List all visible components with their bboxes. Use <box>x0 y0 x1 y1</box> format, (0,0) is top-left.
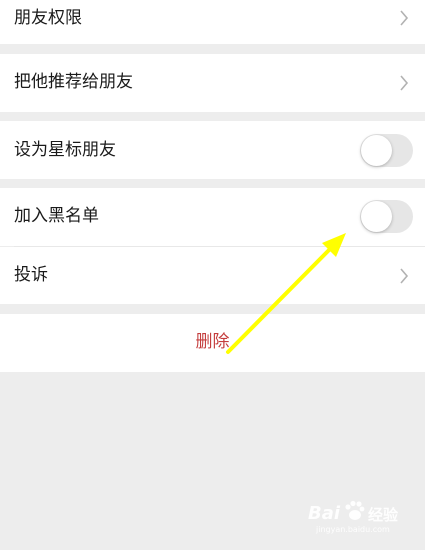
row-add-to-blacklist: 加入黑名单 <box>0 188 425 246</box>
chevron-right-icon <box>400 268 409 284</box>
row-label: 朋友权限 <box>14 8 82 28</box>
delete-label: 删除 <box>195 332 230 352</box>
baidu-watermark-logo: Bai 经验 jingyan.baidu.com <box>308 497 418 537</box>
row-label: 把他推荐给朋友 <box>14 72 133 92</box>
delete-button[interactable]: 删除 <box>0 314 425 372</box>
row-friend-permissions[interactable]: 朋友权限 <box>0 0 425 44</box>
row-label: 设为星标朋友 <box>14 140 116 160</box>
row-star-friend: 设为星标朋友 <box>0 121 425 179</box>
paw-icon <box>345 500 365 520</box>
star-friend-toggle[interactable] <box>360 134 413 167</box>
contact-settings-screen: 朋友权限 把他推荐给朋友 设为星标朋友 加入黑名单 投诉 删除 Bai 经验 j… <box>0 0 425 550</box>
watermark-url: jingyan.baidu.com <box>316 525 390 534</box>
toggle-knob <box>361 135 392 166</box>
row-report[interactable]: 投诉 <box>0 247 425 304</box>
blacklist-toggle[interactable] <box>360 200 413 233</box>
watermark-latin: Bai <box>308 503 341 524</box>
toggle-knob <box>361 201 392 232</box>
chevron-right-icon <box>400 10 409 26</box>
row-recommend-to-friends[interactable]: 把他推荐给朋友 <box>0 54 425 112</box>
watermark-cn: 经验 <box>368 506 399 524</box>
row-label: 加入黑名单 <box>14 206 99 226</box>
chevron-right-icon <box>400 75 409 91</box>
row-label: 投诉 <box>14 265 48 285</box>
